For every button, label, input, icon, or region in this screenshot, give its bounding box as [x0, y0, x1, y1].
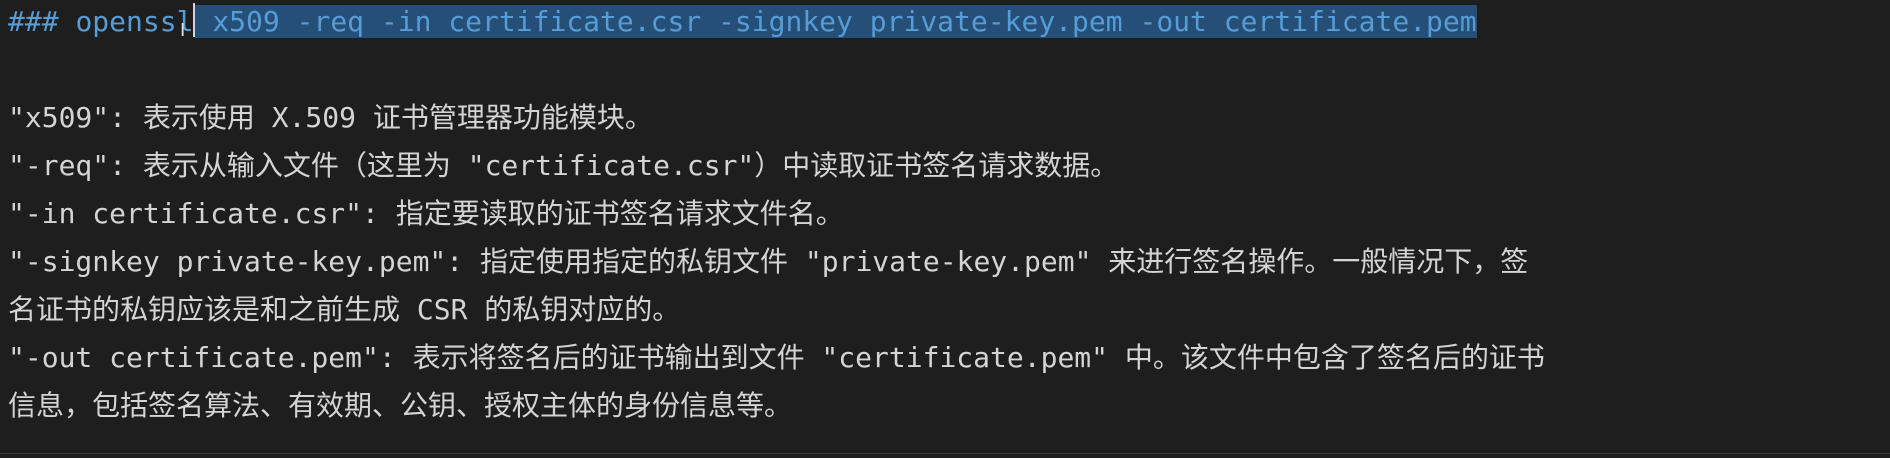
- heading-marker: ###: [8, 5, 59, 38]
- heading-line[interactable]: ### openssl x509 -req -in certificate.cs…: [8, 0, 1477, 44]
- text-line[interactable]: 信息，包括签名算法、有效期、公钥、授权主体的身份信息等。: [8, 384, 792, 428]
- text-line[interactable]: "-out certificate.pem": 表示将签名后的证书输出到文件 "…: [8, 336, 1545, 380]
- text-line[interactable]: "-req": 表示从输入文件（这里为 "certificate.csr"）中读…: [8, 144, 1118, 188]
- text-line[interactable]: "-in certificate.csr": 指定要读取的证书签名请求文件名。: [8, 192, 844, 236]
- heading-prefix: openssl: [75, 5, 194, 38]
- text-line[interactable]: 名证书的私钥应该是和之前生成 CSR 的私钥对应的。: [8, 288, 680, 332]
- text-line[interactable]: "x509": 表示使用 X.509 证书管理器功能模块。: [8, 96, 653, 140]
- selected-command-text[interactable]: x509 -req -in certificate.csr -signkey p…: [212, 5, 1477, 38]
- ibeam-cursor-icon: I: [180, 20, 186, 41]
- markdown-editor[interactable]: ### openssl x509 -req -in certificate.cs…: [0, 0, 1890, 458]
- text-line[interactable]: "-signkey private-key.pem": 指定使用指定的私钥文件 …: [8, 240, 1528, 284]
- divider: [0, 453, 1890, 454]
